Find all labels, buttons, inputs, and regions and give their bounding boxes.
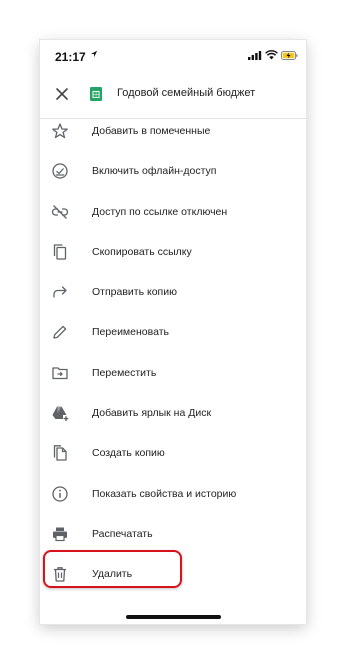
forward-arrow-icon xyxy=(53,286,67,298)
menu-item-label: Включить офлайн-доступ xyxy=(92,165,217,178)
menu-item-label: Добавить ярлык на Диск xyxy=(92,407,212,420)
menu-item-label: Добавить в помеченные xyxy=(92,125,211,137)
signal-icon xyxy=(248,51,262,60)
info-icon xyxy=(52,486,68,502)
menu-item-star[interactable]: Добавить в помеченные xyxy=(40,112,306,152)
status-time: 21:17 xyxy=(55,50,86,64)
copy-icon xyxy=(53,244,67,260)
menu-item-label: Распечатать xyxy=(92,527,153,540)
menu-item-label: Скопировать ссылку xyxy=(92,245,192,258)
status-bar: 21:17 xyxy=(40,40,306,72)
delete-highlight-frame xyxy=(43,550,182,588)
menu-item-add-shortcut[interactable]: Добавить ярлык на Диск xyxy=(40,394,306,434)
wifi-icon xyxy=(265,50,278,60)
menu-item-make-copy[interactable]: Создать копию xyxy=(40,434,306,474)
menu-item-copy-link[interactable]: Скопировать ссылку xyxy=(40,233,306,273)
document-title: Годовой семейный бюджет xyxy=(117,87,256,99)
menu-item-link-access[interactable]: Доступ по ссылке отключен xyxy=(40,193,306,233)
google-sheets-icon xyxy=(90,87,102,101)
menu-item-send-copy[interactable]: Отправить копию xyxy=(40,273,306,313)
menu-item-rename[interactable]: Переименовать xyxy=(40,313,306,353)
menu-item-label: Переместить xyxy=(92,366,157,379)
file-copy-icon xyxy=(53,445,67,462)
menu-item-details[interactable]: Показать свойства и историю xyxy=(40,475,306,515)
menu-item-label: Переименовать xyxy=(92,326,169,339)
menu-item-offline[interactable]: Включить офлайн-доступ xyxy=(40,152,306,192)
actions-menu: Добавить в помеченные Включить офлайн-до… xyxy=(40,112,306,596)
pencil-icon xyxy=(53,326,67,340)
menu-item-label: Показать свойства и историю xyxy=(92,487,237,500)
menu-item-label: Доступ по ссылке отключен xyxy=(92,205,228,218)
menu-item-move[interactable]: Переместить xyxy=(40,354,306,394)
offline-check-icon xyxy=(52,163,68,179)
location-arrow-icon xyxy=(90,50,98,58)
phone-screen: 21:17 Годовой семейный бюджет Добавить в… xyxy=(40,40,306,624)
move-folder-icon xyxy=(52,367,68,379)
menu-item-label: Отправить копию xyxy=(92,286,177,299)
menu-item-label: Создать копию xyxy=(92,447,165,460)
star-icon xyxy=(52,123,68,139)
drive-shortcut-icon xyxy=(52,406,69,423)
close-icon[interactable] xyxy=(54,86,70,102)
home-indicator xyxy=(126,615,221,619)
battery-charging-icon xyxy=(281,51,298,60)
link-off-icon xyxy=(51,204,69,219)
printer-icon xyxy=(53,527,67,542)
